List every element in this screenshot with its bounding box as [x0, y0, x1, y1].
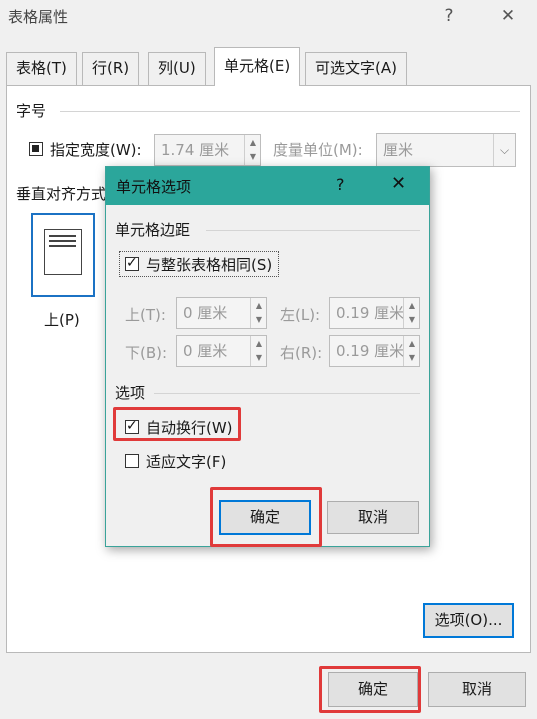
options-divider	[154, 393, 420, 394]
fit-text-label[interactable]: 适应文字(F)	[146, 451, 226, 472]
same-as-table-checkbox[interactable]	[125, 254, 139, 272]
spin-down-icon[interactable]: ▼	[404, 315, 420, 325]
size-group-divider	[60, 111, 520, 112]
dialog-title-bar: 单元格选项 ? ✕	[106, 167, 429, 205]
spin-up-icon[interactable]: ▲	[251, 339, 267, 349]
spin-down-icon[interactable]: ▼	[245, 152, 261, 162]
cancel-button[interactable]: 取消	[428, 672, 526, 707]
top-margin-label: 上(T):	[125, 306, 166, 324]
chevron-down-icon[interactable]: ⌵	[493, 134, 515, 166]
width-value: 1.74 厘米	[161, 141, 230, 159]
width-label: 指定宽度(W):	[50, 141, 142, 159]
top-margin-spinner[interactable]: ▲ ▼	[250, 298, 266, 328]
dialog-close-icon[interactable]: ✕	[391, 173, 406, 194]
margins-divider	[206, 230, 420, 231]
bottom-margin-input[interactable]: 0 厘米 ▲ ▼	[176, 335, 267, 367]
bottom-margin-value: 0 厘米	[183, 342, 228, 360]
options-button[interactable]: 选项(O)...	[423, 603, 514, 638]
right-margin-input[interactable]: 0.19 厘米 ▲ ▼	[329, 335, 420, 367]
spin-up-icon[interactable]: ▲	[404, 301, 420, 311]
left-margin-label: 左(L):	[280, 306, 321, 324]
right-margin-spinner[interactable]: ▲ ▼	[403, 336, 419, 366]
dialog-cancel-button[interactable]: 取消	[327, 501, 419, 534]
tab-table[interactable]: 表格(T)	[6, 52, 77, 85]
close-icon[interactable]: ✕	[490, 2, 526, 30]
top-margin-value: 0 厘米	[183, 304, 228, 322]
bottom-margin-label: 下(B):	[125, 344, 168, 362]
top-margin-input[interactable]: 0 厘米 ▲ ▼	[176, 297, 267, 329]
valign-top-icon	[44, 229, 82, 275]
window-title: 表格属性	[8, 8, 69, 26]
tab-row[interactable]: 行(R)	[82, 52, 140, 85]
dialog-ok-highlight	[210, 487, 322, 547]
bottom-margin-spinner[interactable]: ▲ ▼	[250, 336, 266, 366]
margins-group-title: 单元格边距	[115, 221, 191, 239]
width-checkbox[interactable]	[29, 142, 43, 156]
same-as-table-label[interactable]: 与整张表格相同(S)	[146, 254, 272, 275]
size-group-title: 字号	[16, 102, 47, 120]
unit-value: 厘米	[383, 141, 414, 159]
cell-options-dialog: 单元格选项 ? ✕ 单元格边距 与整张表格相同(S) 上(T): 0 厘米 ▲ …	[105, 166, 430, 547]
ok-highlight	[319, 666, 421, 713]
fit-text-checkbox[interactable]	[125, 454, 139, 468]
right-margin-value: 0.19 厘米	[336, 342, 405, 360]
left-margin-value: 0.19 厘米	[336, 304, 405, 322]
unit-label: 度量单位(M):	[273, 141, 363, 159]
help-icon[interactable]: ?	[431, 2, 467, 30]
spin-up-icon[interactable]: ▲	[245, 138, 261, 148]
valign-group-title: 垂直对齐方式	[16, 185, 107, 203]
dialog-help-icon[interactable]: ?	[336, 175, 345, 194]
unit-select[interactable]: 厘米 ⌵	[376, 133, 516, 167]
tab-cell[interactable]: 单元格(E)	[214, 47, 301, 86]
valign-top-option[interactable]	[31, 213, 95, 297]
tab-alt-text[interactable]: 可选文字(A)	[305, 52, 407, 85]
spin-down-icon[interactable]: ▼	[404, 353, 420, 363]
dialog-title: 单元格选项	[116, 178, 192, 196]
options-group-title: 选项	[115, 384, 146, 402]
tab-column[interactable]: 列(U)	[148, 52, 206, 85]
left-margin-spinner[interactable]: ▲ ▼	[403, 298, 419, 328]
width-spinner[interactable]: ▲ ▼	[244, 135, 260, 165]
spin-up-icon[interactable]: ▲	[404, 339, 420, 349]
spin-down-icon[interactable]: ▼	[251, 315, 267, 325]
valign-top-label: 上(P)	[44, 311, 80, 329]
spin-down-icon[interactable]: ▼	[251, 353, 267, 363]
spin-up-icon[interactable]: ▲	[251, 301, 267, 311]
left-margin-input[interactable]: 0.19 厘米 ▲ ▼	[329, 297, 420, 329]
wrap-text-highlight	[113, 407, 241, 441]
width-input[interactable]: 1.74 厘米 ▲ ▼	[154, 134, 261, 166]
right-margin-label: 右(R):	[280, 344, 323, 362]
